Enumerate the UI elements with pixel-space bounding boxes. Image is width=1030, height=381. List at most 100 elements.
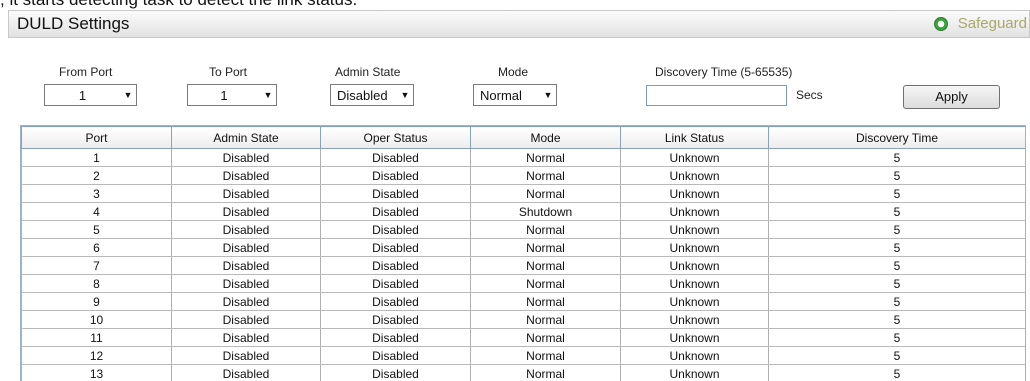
from-port-value: 1 (78, 87, 87, 103)
table-row: 5 Disabled Disabled Normal Unknown 5 (21, 220, 1025, 239)
table-cell: 4 (21, 202, 172, 221)
page-title: DULD Settings (17, 14, 130, 33)
to-port-value: 1 (220, 87, 228, 103)
discovery-time-input[interactable] (646, 85, 787, 106)
duld-table: Port Admin State Oper Status Mode Link Statu… (20, 125, 1026, 381)
table-cell: 5 (768, 256, 1025, 275)
table-cell: Disabled (171, 238, 321, 257)
table-row: 13 Disabled Disabled Normal Unknown 5 (21, 364, 1025, 381)
table-cell: Unknown (620, 310, 769, 329)
table-cell: Unknown (620, 292, 769, 311)
column-header: Port (21, 126, 172, 149)
to-port-select[interactable]: 1 ▼ (187, 84, 277, 106)
table-cell: Unknown (620, 328, 769, 347)
table-cell: Shutdown (470, 202, 621, 221)
chevron-down-icon: ▼ (123, 90, 133, 100)
table-cell: Unknown (620, 274, 769, 293)
table-cell: Normal (470, 364, 621, 381)
table-cell: Disabled (320, 274, 471, 293)
column-header: Link Status (620, 126, 769, 149)
table-cell: 8 (21, 274, 172, 293)
table-row: 3 Disabled Disabled Normal Unknown 5 (21, 184, 1025, 203)
table-row: 2 Disabled Disabled Normal Unknown 5 (21, 166, 1025, 185)
mode-label: Mode (498, 65, 529, 79)
column-header: Discovery Time (768, 126, 1025, 149)
table-cell: Disabled (171, 364, 321, 381)
table-cell: Disabled (171, 328, 321, 347)
table-cell: Unknown (620, 256, 769, 275)
table-cell: 9 (21, 292, 172, 311)
apply-button[interactable]: Apply (903, 85, 1000, 109)
table-cell: 5 (768, 310, 1025, 329)
table-cell: 11 (21, 328, 172, 347)
table-cell: Disabled (171, 274, 321, 293)
from-port-select[interactable]: 1 ▼ (44, 84, 137, 106)
table-row: 6 Disabled Disabled Normal Unknown 5 (21, 238, 1025, 257)
table-cell: 5 (768, 238, 1025, 257)
table-cell: Normal (470, 166, 621, 185)
table-cell: Disabled (320, 184, 471, 203)
from-port-label: From Port (59, 65, 113, 79)
table-cell: Disabled (320, 364, 471, 381)
caption-text: ; it starts detecting task to detect the… (0, 0, 357, 10)
table-cell: Normal (470, 148, 621, 167)
table-cell: Unknown (620, 166, 769, 185)
table-cell: Unknown (620, 220, 769, 239)
table-cell: Disabled (171, 184, 321, 203)
chevron-down-icon: ▼ (543, 90, 553, 100)
table-cell: Disabled (171, 148, 321, 167)
table-cell: Disabled (320, 310, 471, 329)
table-cell: Disabled (320, 292, 471, 311)
table-cell: 5 (768, 364, 1025, 381)
table-cell: 5 (768, 166, 1025, 185)
table-cell: 13 (21, 364, 172, 381)
table-cell: Disabled (171, 166, 321, 185)
mode-select[interactable]: Normal ▼ (473, 84, 557, 106)
table-cell: 2 (21, 166, 172, 185)
table-cell: Normal (470, 328, 621, 347)
mode-value: Normal (480, 87, 522, 103)
table-cell: Unknown (620, 346, 769, 365)
table-row: 12 Disabled Disabled Normal Unknown 5 (21, 346, 1025, 365)
safeguard-label: Safeguard (957, 15, 1027, 32)
table-row: 1 Disabled Disabled Normal Unknown 5 (21, 148, 1025, 167)
column-header: Admin State (171, 126, 321, 149)
table-cell: Normal (470, 274, 621, 293)
table-cell: 7 (21, 256, 172, 275)
table-cell: Disabled (171, 310, 321, 329)
safeguard-icon (933, 16, 948, 31)
table-cell: Disabled (171, 256, 321, 275)
table-cell: 5 (768, 292, 1025, 311)
secs-label: Secs (796, 88, 823, 102)
title-bar: DULD Settings Safeguard (8, 10, 1030, 38)
table-cell: Disabled (320, 256, 471, 275)
table-cell: 5 (768, 148, 1025, 167)
table-cell: Unknown (620, 364, 769, 381)
table-cell: Normal (470, 292, 621, 311)
table-cell: Normal (470, 310, 621, 329)
table-cell: Disabled (320, 328, 471, 347)
table-row: 11 Disabled Disabled Normal Unknown 5 (21, 328, 1025, 347)
table-cell: Unknown (620, 238, 769, 257)
table-row: 9 Disabled Disabled Normal Unknown 5 (21, 292, 1025, 311)
column-header: Oper Status (320, 126, 471, 149)
table-cell: 3 (21, 184, 172, 203)
table-cell: Unknown (620, 202, 769, 221)
table-cell: 6 (21, 238, 172, 257)
table-cell: 5 (768, 328, 1025, 347)
table-cell: Disabled (320, 346, 471, 365)
table-cell: Disabled (171, 220, 321, 239)
table-cell: 1 (21, 148, 172, 167)
table-cell: 5 (768, 220, 1025, 239)
table-cell: 12 (21, 346, 172, 365)
chevron-down-icon: ▼ (263, 90, 273, 100)
table-cell: Normal (470, 238, 621, 257)
table-cell: Normal (470, 346, 621, 365)
table-cell: 5 (768, 346, 1025, 365)
admin-state-select[interactable]: Disabled ▼ (330, 84, 414, 106)
table-cell: Unknown (620, 148, 769, 167)
table-header-row: Port Admin State Oper Status Mode Link Statu… (21, 126, 1025, 149)
table-cell: Disabled (320, 166, 471, 185)
to-port-label: To Port (209, 65, 248, 79)
table-cell: 5 (21, 220, 172, 239)
